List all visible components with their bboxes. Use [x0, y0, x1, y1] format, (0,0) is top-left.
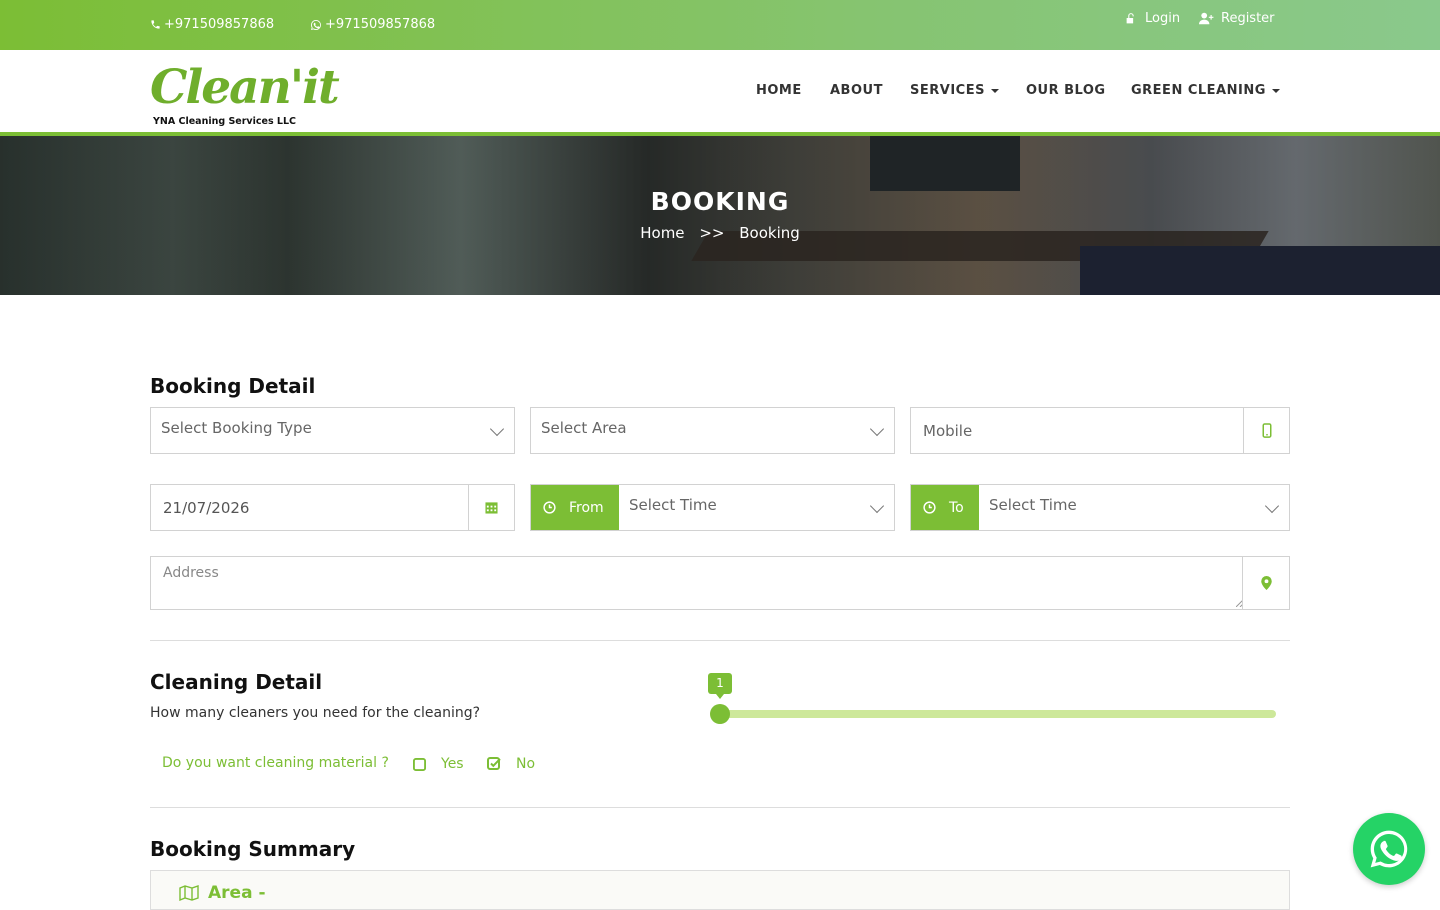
user-plus-icon [1199, 12, 1214, 25]
date-value[interactable]: 21/07/2026 [163, 499, 249, 517]
booking-type-select[interactable]: Select Booking Type [150, 407, 515, 454]
mobile-icon [1262, 423, 1271, 438]
caret-down-icon [990, 88, 999, 93]
clock-icon [543, 501, 556, 514]
main-header: Clean'it YNA Cleaning Services LLC HOME … [0, 50, 1440, 136]
nav-about-label[interactable]: ABOUT [830, 83, 883, 98]
to-time-group[interactable]: To Select Time [910, 484, 1290, 531]
mobile-placeholder: Mobile [923, 422, 973, 440]
chevron-down-icon [1264, 498, 1280, 514]
checked-box-icon[interactable] [487, 757, 501, 771]
mobile-addon [1243, 408, 1289, 453]
calendar-icon [485, 502, 498, 514]
material-question: Do you want cleaning material ? [162, 755, 389, 771]
section-divider [150, 807, 1290, 808]
to-label-addon: To [911, 485, 979, 530]
nav-green-cleaning[interactable]: GREEN CLEANING [1131, 83, 1280, 98]
from-label-addon: From [531, 485, 619, 530]
login-label[interactable]: Login [1145, 11, 1180, 26]
from-time-placeholder: Select Time [629, 496, 717, 514]
login-link[interactable]: Login [1125, 11, 1180, 26]
top-bar: +971509857868 +971509857868 Login Regist… [0, 0, 1440, 50]
to-label: To [949, 499, 964, 516]
area-select[interactable]: Select Area [530, 407, 895, 454]
address-textarea[interactable]: Address [150, 556, 1290, 610]
address-placeholder: Address [163, 565, 219, 581]
caret-down-icon [1271, 88, 1280, 93]
chevron-down-icon [489, 421, 505, 437]
register-label[interactable]: Register [1221, 11, 1275, 26]
date-addon[interactable] [468, 485, 514, 530]
cleaners-slider-track[interactable] [720, 710, 1276, 718]
address-addon[interactable] [1242, 557, 1289, 609]
cleaners-slider-handle[interactable] [710, 704, 730, 724]
summary-area-row: Area - [179, 883, 266, 903]
breadcrumb-home[interactable]: Home [640, 224, 684, 242]
material-no-label[interactable]: No [516, 756, 535, 772]
nav-services[interactable]: SERVICES [910, 83, 999, 98]
logo-wordmark: Clean'it [150, 60, 340, 115]
booking-detail-heading: Booking Detail [150, 374, 316, 398]
area-placeholder: Select Area [541, 419, 627, 437]
nav-home[interactable]: HOME [756, 83, 802, 98]
nav-home-label[interactable]: HOME [756, 83, 802, 98]
logo-subtitle: YNA Cleaning Services LLC [153, 116, 296, 127]
unlock-icon [1126, 13, 1134, 24]
brand-logo[interactable]: Clean'it YNA Cleaning Services LLC [150, 60, 340, 132]
from-label: From [569, 499, 604, 516]
nav-about[interactable]: ABOUT [830, 83, 883, 98]
booking-summary-heading: Booking Summary [150, 837, 356, 861]
section-divider [150, 640, 1290, 641]
mobile-input[interactable]: Mobile [910, 407, 1290, 454]
nav-blog-label[interactable]: OUR BLOG [1026, 83, 1106, 98]
booking-summary-panel: Area - [150, 870, 1290, 910]
whatsapp-icon [1370, 830, 1408, 868]
date-input[interactable]: 21/07/2026 [150, 484, 515, 531]
material-no-option[interactable]: No [487, 756, 535, 772]
cleaning-detail-heading: Cleaning Detail [150, 670, 323, 694]
material-yes-label[interactable]: Yes [441, 756, 464, 772]
breadcrumb-separator: >> [699, 224, 725, 242]
chevron-down-icon [869, 498, 885, 514]
whatsapp-float-button[interactable] [1353, 813, 1425, 885]
to-time-placeholder: Select Time [989, 496, 1077, 514]
breadcrumb: Home >> Booking [0, 224, 1440, 242]
nav-blog[interactable]: OUR BLOG [1026, 83, 1106, 98]
phone-number[interactable]: +971509857868 [164, 17, 274, 32]
phone-icon [151, 20, 160, 29]
whatsapp-contact[interactable]: +971509857868 [310, 17, 435, 32]
map-icon [179, 885, 199, 901]
from-time-group[interactable]: From Select Time [530, 484, 895, 531]
register-link[interactable]: Register [1199, 11, 1275, 26]
cleaners-question: How many cleaners you need for the clean… [150, 705, 481, 721]
whatsapp-number[interactable]: +971509857868 [325, 17, 435, 32]
hero-background-sofa [1080, 246, 1440, 295]
breadcrumb-current: Booking [739, 224, 800, 242]
unchecked-box-icon[interactable] [413, 757, 426, 771]
map-marker-icon [1260, 576, 1272, 590]
whatsapp-small-icon [311, 19, 321, 30]
summary-area-label: Area - [208, 883, 266, 903]
chevron-down-icon [869, 421, 885, 437]
page-title: BOOKING [650, 187, 790, 216]
page-hero-banner: BOOKING Home >> Booking [0, 136, 1440, 295]
booking-type-placeholder: Select Booking Type [161, 419, 312, 437]
material-yes-option[interactable]: Yes [413, 756, 464, 772]
nav-green-label[interactable]: GREEN CLEANING [1131, 83, 1266, 98]
hero-background-tv [870, 136, 1020, 191]
nav-services-label[interactable]: SERVICES [910, 83, 985, 98]
phone-contact[interactable]: +971509857868 [150, 17, 274, 32]
clock-icon [923, 501, 936, 514]
cleaners-slider-value: 1 [708, 673, 732, 699]
